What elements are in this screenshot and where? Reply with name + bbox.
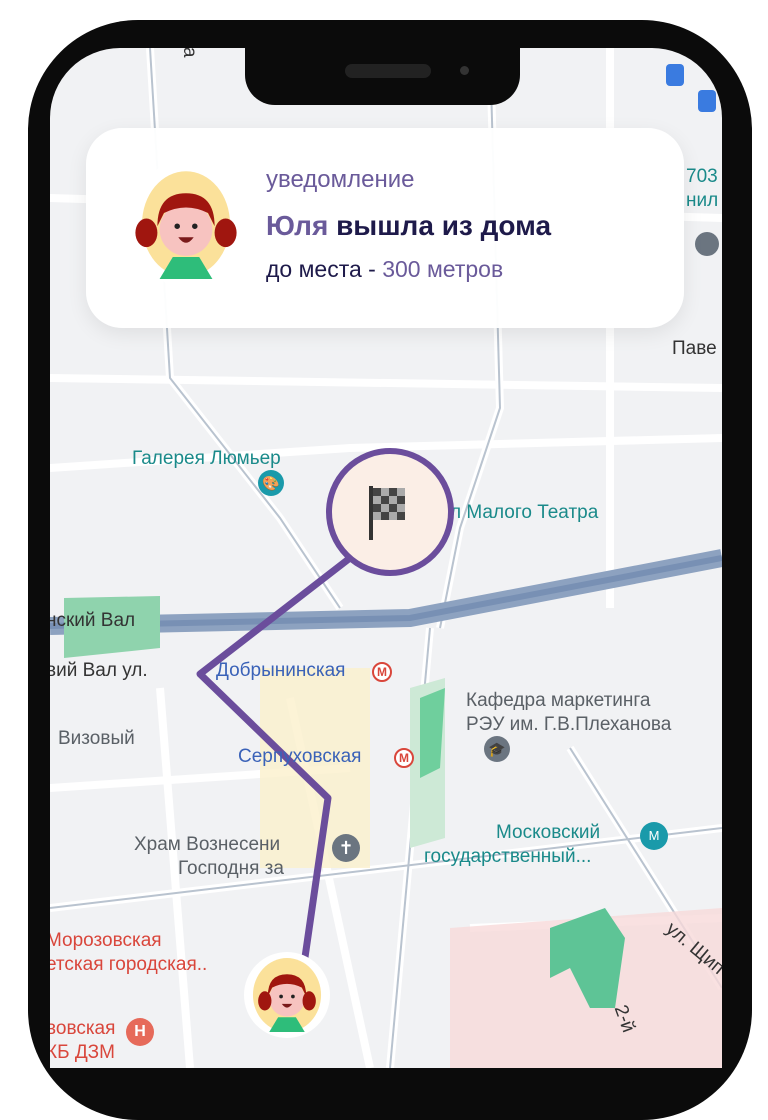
tram-icon bbox=[666, 64, 684, 86]
poi-hospital2[interactable]: вовская bbox=[50, 1018, 115, 1040]
graduation-cap-icon[interactable]: 🎓 bbox=[484, 736, 510, 762]
poi-university-line2[interactable]: государственный... bbox=[424, 846, 591, 868]
street-label: вий Вал ул. bbox=[50, 660, 148, 681]
speaker bbox=[345, 64, 431, 78]
metro-icon: M bbox=[394, 748, 414, 768]
notification-distance: до места - 300 метров bbox=[266, 256, 503, 283]
poi-hospital-line2[interactable]: етская городская.. bbox=[50, 954, 207, 976]
notification-label: уведомление bbox=[266, 166, 415, 193]
notification-action: вышла из дома bbox=[336, 210, 552, 241]
destination-marker[interactable] bbox=[326, 448, 454, 576]
street-label: Паве bbox=[672, 338, 717, 359]
child-avatar-icon bbox=[252, 958, 322, 1032]
metro-icon: M bbox=[372, 662, 392, 682]
location-pin-icon[interactable] bbox=[695, 232, 719, 256]
metro-dobryninskaya[interactable]: Добрынинская bbox=[216, 660, 345, 682]
church-cross-icon[interactable]: ✝ bbox=[332, 834, 360, 862]
distance-prefix: до места - bbox=[266, 256, 383, 282]
poi-kafedra-line2[interactable]: РЭУ им. Г.В.Плеханова bbox=[466, 714, 671, 736]
avatar bbox=[124, 162, 248, 286]
poi-hospital2-line2[interactable]: КБ ДЗМ bbox=[50, 1042, 115, 1064]
checkered-flag-icon bbox=[369, 486, 405, 540]
tram-icon bbox=[698, 90, 716, 112]
poi-temple-line2[interactable]: Господня за bbox=[178, 858, 284, 880]
notification-title: Юля вышла из дома bbox=[266, 210, 551, 242]
child-name: Юля bbox=[266, 210, 329, 241]
map-label: 703 bbox=[686, 166, 718, 187]
child-avatar-icon bbox=[135, 171, 237, 279]
poi-university[interactable]: Московский bbox=[496, 822, 600, 844]
poi-kafedra[interactable]: Кафедра маркетинга bbox=[466, 690, 650, 712]
poi-temple[interactable]: Храм Вознесени bbox=[134, 834, 280, 856]
museum-icon[interactable]: M bbox=[640, 822, 668, 850]
metro-serpukhovskaya[interactable]: Серпуховская bbox=[238, 746, 361, 768]
distance-value: 300 метров bbox=[382, 256, 504, 282]
poi-gallery[interactable]: Галерея Люмьер bbox=[132, 448, 281, 470]
map-label: нил bbox=[686, 190, 719, 211]
street-label: Визовый bbox=[58, 728, 135, 749]
poi-hospital[interactable]: Морозовская bbox=[50, 930, 162, 952]
palette-icon[interactable]: 🎨 bbox=[258, 470, 284, 496]
front-camera bbox=[460, 66, 469, 75]
notification-card[interactable]: уведомление Юля вышла из дома до места -… bbox=[86, 128, 684, 328]
street-label: нский Вал bbox=[50, 610, 136, 631]
child-location-marker[interactable] bbox=[244, 952, 330, 1038]
poi-theatre[interactable]: л Малого Театра bbox=[450, 502, 598, 524]
hospital-icon[interactable]: H bbox=[126, 1018, 154, 1046]
map-label: Больша bbox=[178, 48, 200, 57]
